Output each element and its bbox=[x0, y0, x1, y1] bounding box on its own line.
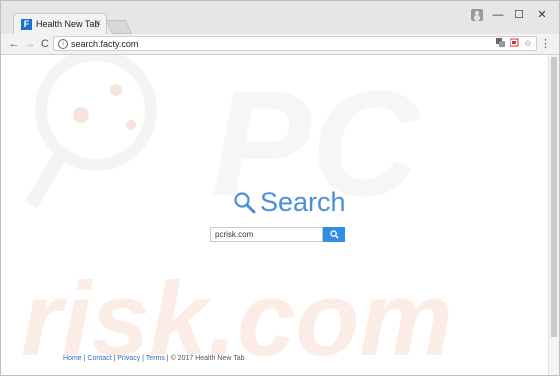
footer-terms-link[interactable]: Terms bbox=[146, 355, 165, 362]
url-text[interactable]: search.facty.com bbox=[71, 39, 138, 49]
tab-health-new-tab[interactable]: F Health New Tab × bbox=[13, 13, 107, 35]
favicon-icon: F bbox=[21, 19, 32, 30]
menu-icon[interactable]: ⋮ bbox=[540, 37, 551, 50]
bookmark-star-icon[interactable]: ☆ bbox=[524, 38, 532, 49]
scrollbar[interactable] bbox=[548, 55, 559, 375]
info-icon[interactable]: i bbox=[58, 39, 68, 49]
search-icon bbox=[329, 230, 339, 239]
address-bar[interactable]: i search.facty.com ☆ bbox=[53, 36, 537, 51]
scrollbar-thumb[interactable] bbox=[551, 57, 557, 337]
new-tab-button[interactable] bbox=[105, 20, 133, 34]
close-window-button[interactable]: ✕ bbox=[533, 6, 551, 24]
search-input[interactable] bbox=[210, 227, 323, 242]
tab-title: Health New Tab bbox=[36, 19, 100, 29]
browser-toolbar: ← → C i search.facty.com ☆ ⋮ bbox=[1, 34, 559, 55]
title-bar: F Health New Tab × — ☐ ✕ bbox=[1, 1, 559, 35]
back-button[interactable]: ← bbox=[7, 37, 21, 51]
search-button[interactable] bbox=[323, 227, 345, 242]
tab-close-icon[interactable]: × bbox=[95, 18, 101, 29]
page-content: PC risk.com Search Home | Contact | Priv… bbox=[1, 55, 549, 375]
footer-privacy-link[interactable]: Privacy bbox=[117, 355, 140, 362]
translate-icon[interactable] bbox=[495, 38, 505, 47]
extension-icon[interactable] bbox=[509, 38, 519, 47]
footer-links: Home | Contact | Privacy | Terms | © 201… bbox=[63, 355, 245, 362]
search-logo: Search bbox=[234, 187, 346, 218]
logo-text: Search bbox=[260, 187, 346, 217]
minimize-button[interactable]: — bbox=[489, 6, 507, 24]
magnifier-icon bbox=[234, 191, 256, 213]
forward-button[interactable]: → bbox=[23, 37, 37, 51]
reload-button[interactable]: C bbox=[38, 37, 52, 51]
footer-copyright: © 2017 Health New Tab bbox=[170, 355, 245, 362]
maximize-button[interactable]: ☐ bbox=[510, 6, 528, 24]
profile-icon[interactable] bbox=[471, 9, 483, 21]
footer-contact-link[interactable]: Contact bbox=[87, 355, 111, 362]
footer-home-link[interactable]: Home bbox=[63, 355, 82, 362]
browser-window: F Health New Tab × — ☐ ✕ ← → C i search.… bbox=[0, 0, 560, 376]
